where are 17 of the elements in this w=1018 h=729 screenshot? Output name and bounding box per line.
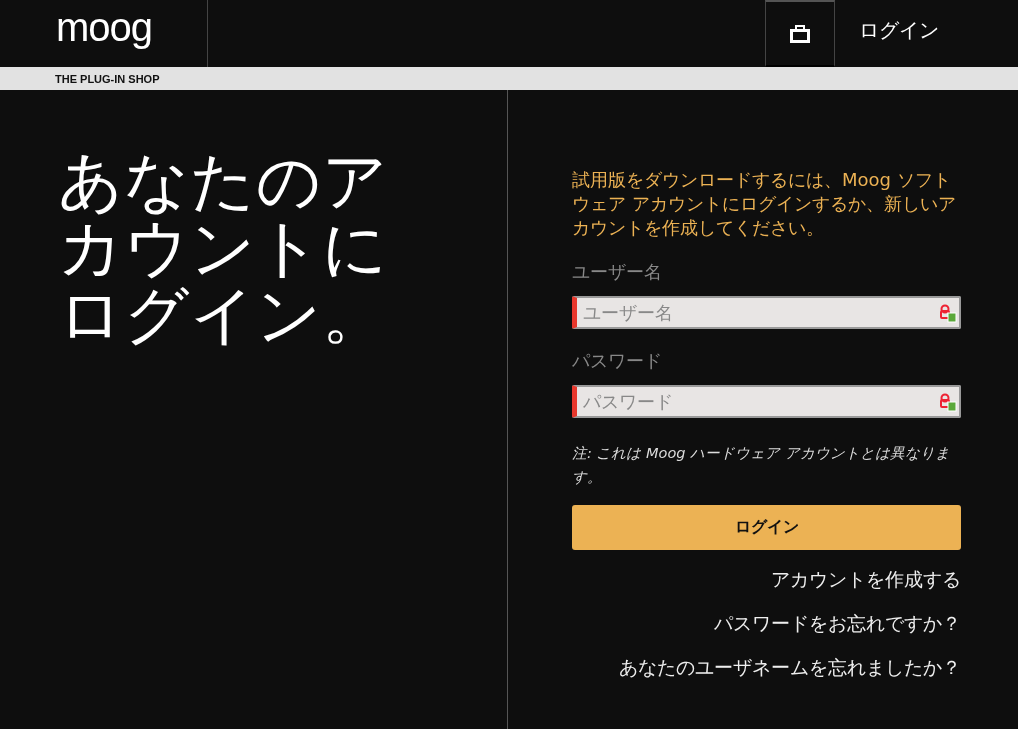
intro-text: 試用版をダウンロードするには、Moog ソフトウェア アカウントにログインするか、新しいアカウントを作成してください。	[572, 168, 957, 240]
login-link[interactable]: ログイン	[835, 0, 1018, 67]
moog-logo[interactable]: moog	[56, 6, 153, 47]
password-manager-icon[interactable]	[939, 303, 957, 323]
input-field[interactable]: ユーザー名	[572, 296, 961, 329]
account-link[interactable]: パスワードをお忘れですか？	[714, 610, 961, 636]
field-label: ユーザー名	[572, 260, 663, 284]
account-link[interactable]: アカウントを作成する	[771, 566, 961, 592]
shop-tagline: THE PLUG-IN SHOP	[55, 72, 160, 85]
note-text: 注: これは Moog ハードウェア アカウントとは異なります。	[572, 444, 951, 487]
input-field[interactable]: パスワード	[572, 385, 961, 418]
password-manager-icon[interactable]	[939, 392, 957, 412]
login-button[interactable]: ログイン	[572, 505, 961, 550]
page-heading: あなたのアカウントにログイン。	[58, 148, 389, 349]
field-label: パスワード	[572, 349, 663, 373]
shopping-bag-icon	[790, 24, 810, 43]
account-link[interactable]: あなたのユーザネームを忘れましたか？	[619, 654, 961, 680]
